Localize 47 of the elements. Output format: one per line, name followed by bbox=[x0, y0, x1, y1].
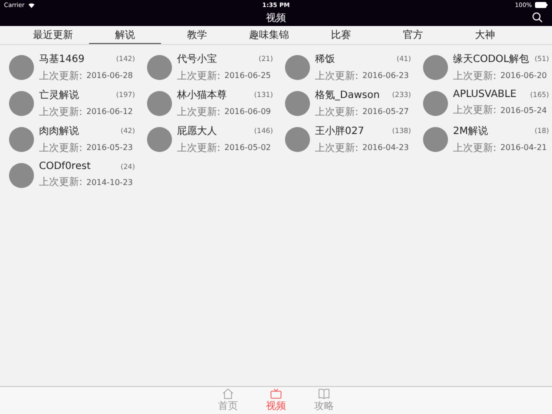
channel-name[interactable]: CODf0rest bbox=[39, 161, 91, 172]
channel-name[interactable]: 2M解说 bbox=[453, 124, 488, 138]
updated-date: 2016-04-21 bbox=[500, 143, 547, 152]
channel-name[interactable]: 代号小宝 bbox=[177, 52, 217, 66]
channel-name[interactable]: 马基1469 bbox=[39, 52, 84, 66]
updated-date: 2016-05-27 bbox=[362, 107, 409, 116]
updated-date: 2016-06-09 bbox=[224, 107, 271, 116]
category-tab[interactable]: 大神 bbox=[449, 26, 521, 44]
updated-label: 上次更新: bbox=[39, 70, 82, 82]
category-tab[interactable]: 最近更新 bbox=[17, 26, 89, 44]
category-tab[interactable]: 教学 bbox=[161, 26, 233, 44]
nav-title: 视频 bbox=[266, 12, 286, 25]
updated-label: 上次更新: bbox=[315, 142, 358, 154]
channel-name[interactable]: 亡灵解说 bbox=[39, 88, 79, 102]
updated-date: 2016-06-28 bbox=[86, 71, 133, 80]
updated-date: 2014-10-23 bbox=[86, 178, 133, 186]
channel-name[interactable]: 稀饭 bbox=[315, 52, 335, 66]
category-tab[interactable]: 趣味集锦 bbox=[233, 26, 305, 44]
channel-name[interactable]: 肉肉解说 bbox=[39, 124, 79, 138]
updated-label: 上次更新: bbox=[315, 70, 358, 82]
channel-name[interactable]: 王小胖027 bbox=[315, 124, 364, 138]
channel-name[interactable]: APLUSVABLE bbox=[453, 89, 516, 100]
updated-label: 上次更新: bbox=[39, 142, 82, 154]
updated-label: 上次更新: bbox=[453, 104, 496, 117]
channel-name[interactable]: 格氪_Dawson bbox=[315, 88, 380, 102]
updated-date: 2016-06-12 bbox=[86, 107, 133, 116]
channel-name[interactable]: 屁愿大人 bbox=[177, 124, 217, 138]
updated-date: 2016-06-25 bbox=[224, 71, 271, 80]
updated-date: 2016-05-02 bbox=[224, 143, 271, 152]
updated-label: 上次更新: bbox=[39, 106, 82, 118]
channel-name[interactable]: 林小猫本尊 bbox=[177, 88, 227, 102]
updated-date: 2016-06-23 bbox=[362, 71, 409, 80]
updated-date: 2016-04-23 bbox=[362, 143, 409, 152]
channel-name[interactable]: 缘天CODOL解包 bbox=[453, 52, 529, 66]
category-tab[interactable]: 官方 bbox=[377, 26, 449, 44]
updated-label: 上次更新: bbox=[315, 106, 358, 118]
updated-date: 2016-05-23 bbox=[86, 143, 133, 152]
updated-label: 上次更新: bbox=[177, 70, 220, 82]
updated-label: 上次更新: bbox=[177, 142, 220, 154]
category-tab[interactable]: 解说 bbox=[89, 26, 161, 44]
updated-label: 上次更新: bbox=[177, 106, 220, 118]
updated-date: 2016-06-20 bbox=[500, 71, 547, 80]
updated-label: 上次更新: bbox=[453, 70, 496, 82]
updated-label: 上次更新: bbox=[39, 176, 82, 189]
updated-label: 上次更新: bbox=[453, 142, 496, 154]
category-tab[interactable]: 比赛 bbox=[305, 26, 377, 44]
updated-date: 2016-05-24 bbox=[500, 106, 547, 114]
